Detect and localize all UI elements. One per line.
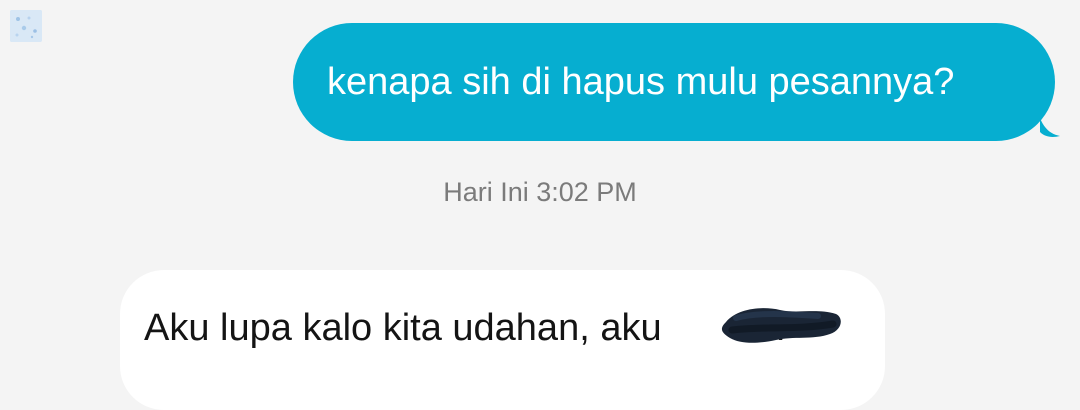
incoming-message-text: Aku lupa kalo kita udahan, aku xyxy=(144,307,662,349)
redaction-scribble xyxy=(721,308,841,343)
outgoing-message-text: kenapa sih di hapus mulu pesannya? xyxy=(327,61,955,103)
outgoing-message-bubble[interactable]: kenapa sih di hapus mulu pesannya? xyxy=(293,23,1055,141)
contact-avatar-icon[interactable] xyxy=(10,10,42,42)
outgoing-bubble-tail xyxy=(1040,118,1060,137)
avatar-pattern-icon xyxy=(10,10,42,42)
message-timestamp: Hari Ini 3:02 PM xyxy=(443,177,637,207)
